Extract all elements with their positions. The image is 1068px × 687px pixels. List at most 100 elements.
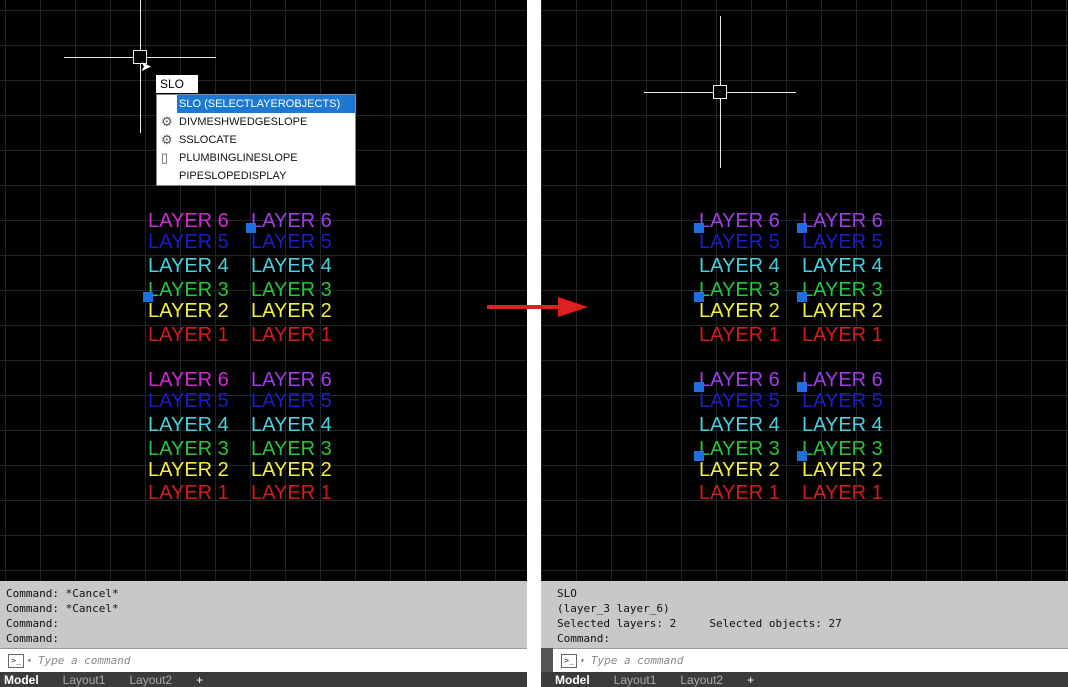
layer-text-layer6[interactable]: LAYER 6: [802, 211, 883, 231]
command-placeholder: Type a command: [37, 654, 131, 667]
autocomplete-item[interactable]: ⚙ DIVMESHWEDGESLOPE: [157, 113, 355, 131]
layer-text-layer4[interactable]: LAYER 4: [148, 256, 229, 276]
layer-text-layer4[interactable]: LAYER 4: [251, 256, 332, 276]
layer-text-layer3[interactable]: LAYER 3: [699, 280, 780, 300]
selection-grip[interactable]: [694, 223, 704, 233]
layer-text-layer3[interactable]: LAYER 3: [148, 280, 229, 300]
layer-text-layer1[interactable]: LAYER 1: [251, 325, 332, 345]
layer-text-layer1[interactable]: LAYER 1: [148, 325, 229, 345]
selection-grip[interactable]: [246, 223, 256, 233]
layer-text-layer6[interactable]: LAYER 6: [699, 211, 780, 231]
layer-text-layer3[interactable]: LAYER 3: [148, 439, 229, 459]
layer-text-layer1[interactable]: LAYER 1: [802, 325, 883, 345]
layer-text-layer5[interactable]: LAYER 5: [699, 232, 780, 252]
command-input[interactable]: >_ ▾ Type a command: [0, 648, 527, 672]
gear-icon: ⚙: [161, 132, 173, 147]
layer-text-layer5[interactable]: LAYER 5: [251, 232, 332, 252]
autocomplete-item-label: PLUMBINGLINESLOPE: [179, 152, 298, 164]
layer-text-layer6[interactable]: LAYER 6: [251, 370, 332, 390]
layer-text-layer4[interactable]: LAYER 4: [802, 415, 883, 435]
autocomplete-item-label: DIVMESHWEDGESLOPE: [179, 116, 308, 128]
selection-grip[interactable]: [797, 292, 807, 302]
command-placeholder: Type a command: [590, 654, 684, 667]
layer-text-layer1[interactable]: LAYER 1: [251, 483, 332, 503]
layer-text-layer5[interactable]: LAYER 5: [251, 391, 332, 411]
layer-text-layer5[interactable]: LAYER 5: [802, 391, 883, 411]
layer-text-layer2[interactable]: LAYER 2: [251, 301, 332, 321]
add-layout-button[interactable]: +: [735, 673, 766, 687]
plumbing-icon: ▯: [161, 150, 169, 165]
command-prompt-icon[interactable]: >_: [8, 653, 24, 668]
history-line: Command: *Cancel*: [6, 602, 119, 615]
autocomplete-item-label: SSLOCATE: [179, 134, 237, 146]
selection-grip[interactable]: [694, 382, 704, 392]
layer-text-layer3[interactable]: LAYER 3: [699, 439, 780, 459]
layer-text-layer6[interactable]: LAYER 6: [699, 370, 780, 390]
layer-text-layer2[interactable]: LAYER 2: [148, 460, 229, 480]
history-line: Command:: [557, 632, 610, 645]
layer-text-layer4[interactable]: LAYER 4: [802, 256, 883, 276]
layer-text-layer3[interactable]: LAYER 3: [802, 439, 883, 459]
layer-text-layer2[interactable]: LAYER 2: [802, 460, 883, 480]
command-input[interactable]: >_ ▾ Type a command: [553, 648, 1068, 672]
layer-text-layer1[interactable]: LAYER 1: [802, 483, 883, 503]
chevron-down-icon[interactable]: ▾: [580, 656, 585, 665]
tab-layout1[interactable]: Layout1: [51, 673, 118, 687]
red-arrow-icon: [487, 297, 588, 317]
left-autocad-window: ➤ SLO SLO (SELECTLAYEROBJECTS) ⚙ DIVMESHW…: [0, 0, 527, 687]
layer-text-layer1[interactable]: LAYER 1: [699, 325, 780, 345]
layer-text-layer3[interactable]: LAYER 3: [251, 280, 332, 300]
selection-grip[interactable]: [797, 223, 807, 233]
selection-grip[interactable]: [694, 292, 704, 302]
autocomplete-item[interactable]: ⚙ SSLOCATE: [157, 131, 355, 149]
layer-text-layer6[interactable]: LAYER 6: [148, 370, 229, 390]
layout-tabs: Model Layout1 Layout2 +: [541, 672, 1068, 687]
selection-grip[interactable]: [694, 451, 704, 461]
autocomplete-item-label: SLO (SELECTLAYEROBJECTS): [179, 98, 341, 110]
command-prompt-icon[interactable]: >_: [561, 653, 577, 668]
layer-text-layer2[interactable]: LAYER 2: [699, 301, 780, 321]
layer-text-layer2[interactable]: LAYER 2: [148, 301, 229, 321]
layer-text-layer4[interactable]: LAYER 4: [699, 256, 780, 276]
pickbox: [713, 85, 727, 99]
layer-text-layer5[interactable]: LAYER 5: [148, 232, 229, 252]
tab-layout2[interactable]: Layout2: [117, 673, 184, 687]
right-autocad-window: SLO (layer_3 layer_6) Selected layers: 2…: [541, 0, 1068, 687]
history-line: SLO: [557, 587, 577, 600]
chevron-down-icon[interactable]: ▾: [27, 656, 32, 665]
tab-layout2[interactable]: Layout2: [668, 673, 735, 687]
layer-text-layer2[interactable]: LAYER 2: [251, 460, 332, 480]
layer-text-layer4[interactable]: LAYER 4: [251, 415, 332, 435]
selection-grip[interactable]: [797, 382, 807, 392]
layer-text-layer1[interactable]: LAYER 1: [148, 483, 229, 503]
layer-text-layer6[interactable]: LAYER 6: [251, 211, 332, 231]
layer-text-layer6[interactable]: LAYER 6: [148, 211, 229, 231]
layout-tabs: Model Layout1 Layout2 +: [0, 672, 527, 687]
command-autocomplete-input[interactable]: SLO: [156, 75, 198, 93]
selection-grip[interactable]: [143, 292, 153, 302]
selection-grip[interactable]: [797, 451, 807, 461]
tab-layout1[interactable]: Layout1: [602, 673, 669, 687]
cursor-arrow-icon: ➤: [140, 58, 152, 74]
autocomplete-item[interactable]: ▯ PLUMBINGLINESLOPE: [157, 149, 355, 167]
autocomplete-item-label: PIPESLOPEDISPLAY: [179, 170, 287, 182]
history-line: Command:: [6, 617, 59, 630]
layer-text-layer2[interactable]: LAYER 2: [699, 460, 780, 480]
layer-text-layer2[interactable]: LAYER 2: [802, 301, 883, 321]
layer-text-layer3[interactable]: LAYER 3: [251, 439, 332, 459]
layer-text-layer6[interactable]: LAYER 6: [802, 370, 883, 390]
layer-text-layer3[interactable]: LAYER 3: [802, 280, 883, 300]
add-layout-button[interactable]: +: [184, 673, 215, 687]
command-history: SLO (layer_3 layer_6) Selected layers: 2…: [541, 581, 1068, 648]
layer-text-layer5[interactable]: LAYER 5: [148, 391, 229, 411]
tab-model[interactable]: Model: [0, 673, 51, 687]
layer-text-layer5[interactable]: LAYER 5: [699, 391, 780, 411]
autocomplete-item[interactable]: SLO (SELECTLAYEROBJECTS): [177, 95, 355, 113]
layer-text-layer4[interactable]: LAYER 4: [148, 415, 229, 435]
autocomplete-list: SLO (SELECTLAYEROBJECTS) ⚙ DIVMESHWEDGESL…: [156, 94, 356, 186]
tab-model[interactable]: Model: [551, 673, 602, 687]
layer-text-layer4[interactable]: LAYER 4: [699, 415, 780, 435]
layer-text-layer5[interactable]: LAYER 5: [802, 232, 883, 252]
layer-text-layer1[interactable]: LAYER 1: [699, 483, 780, 503]
autocomplete-item[interactable]: PIPESLOPEDISPLAY: [157, 167, 355, 185]
